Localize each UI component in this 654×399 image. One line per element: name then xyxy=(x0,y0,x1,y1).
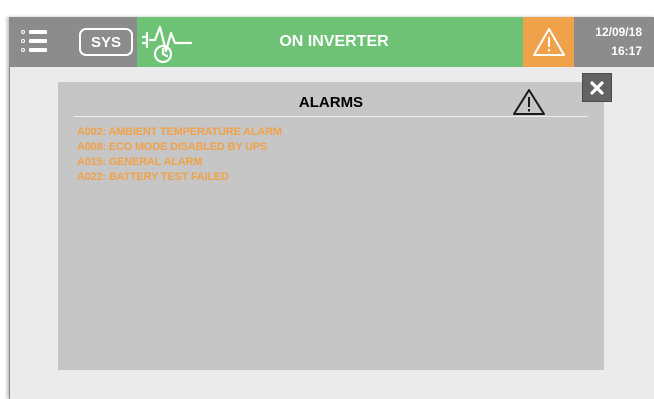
alarm-indicator-button[interactable] xyxy=(523,17,574,67)
top-bar: SYS ON INVERTER 12/09/18 16:17 xyxy=(9,17,654,67)
alarm-item: A008: ECO MODE DISABLED BY UPS xyxy=(77,141,268,153)
warning-triangle-icon xyxy=(513,89,545,115)
alarm-item: A015: GENERAL ALARM xyxy=(77,156,203,168)
close-x-icon xyxy=(590,80,604,95)
status-bar: ON INVERTER xyxy=(137,17,523,67)
inverter-waveform-clock-icon xyxy=(141,25,193,64)
date-time-display: 12/09/18 16:17 xyxy=(574,17,654,67)
alarms-panel: ALARMS A002: AMBIENT TEMPERATURE ALARM A… xyxy=(58,82,604,370)
header-left-segment: SYS xyxy=(9,17,137,67)
menu-list-icon[interactable] xyxy=(21,25,57,59)
sys-button[interactable]: SYS xyxy=(79,28,133,56)
time-label: 16:17 xyxy=(611,44,642,58)
alarm-item: A002: AMBIENT TEMPERATURE ALARM xyxy=(77,126,282,138)
alarm-item: A022: BATTERY TEST FAILED xyxy=(77,171,229,183)
date-label: 12/09/18 xyxy=(595,25,642,39)
divider xyxy=(74,116,588,117)
close-button[interactable] xyxy=(582,73,612,102)
warning-triangle-icon xyxy=(532,28,565,56)
alarm-list: A002: AMBIENT TEMPERATURE ALARM A008: EC… xyxy=(77,125,282,185)
